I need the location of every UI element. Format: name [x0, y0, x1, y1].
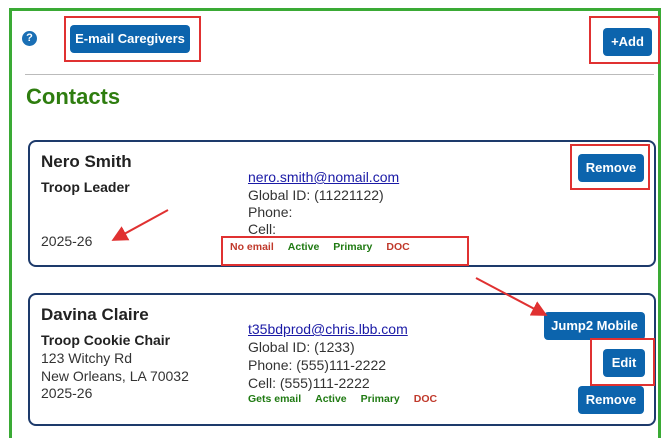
annotation-arrows: [111, 209, 548, 316]
arrow-to-year: [111, 209, 169, 241]
arrow-to-jump: [475, 277, 548, 316]
